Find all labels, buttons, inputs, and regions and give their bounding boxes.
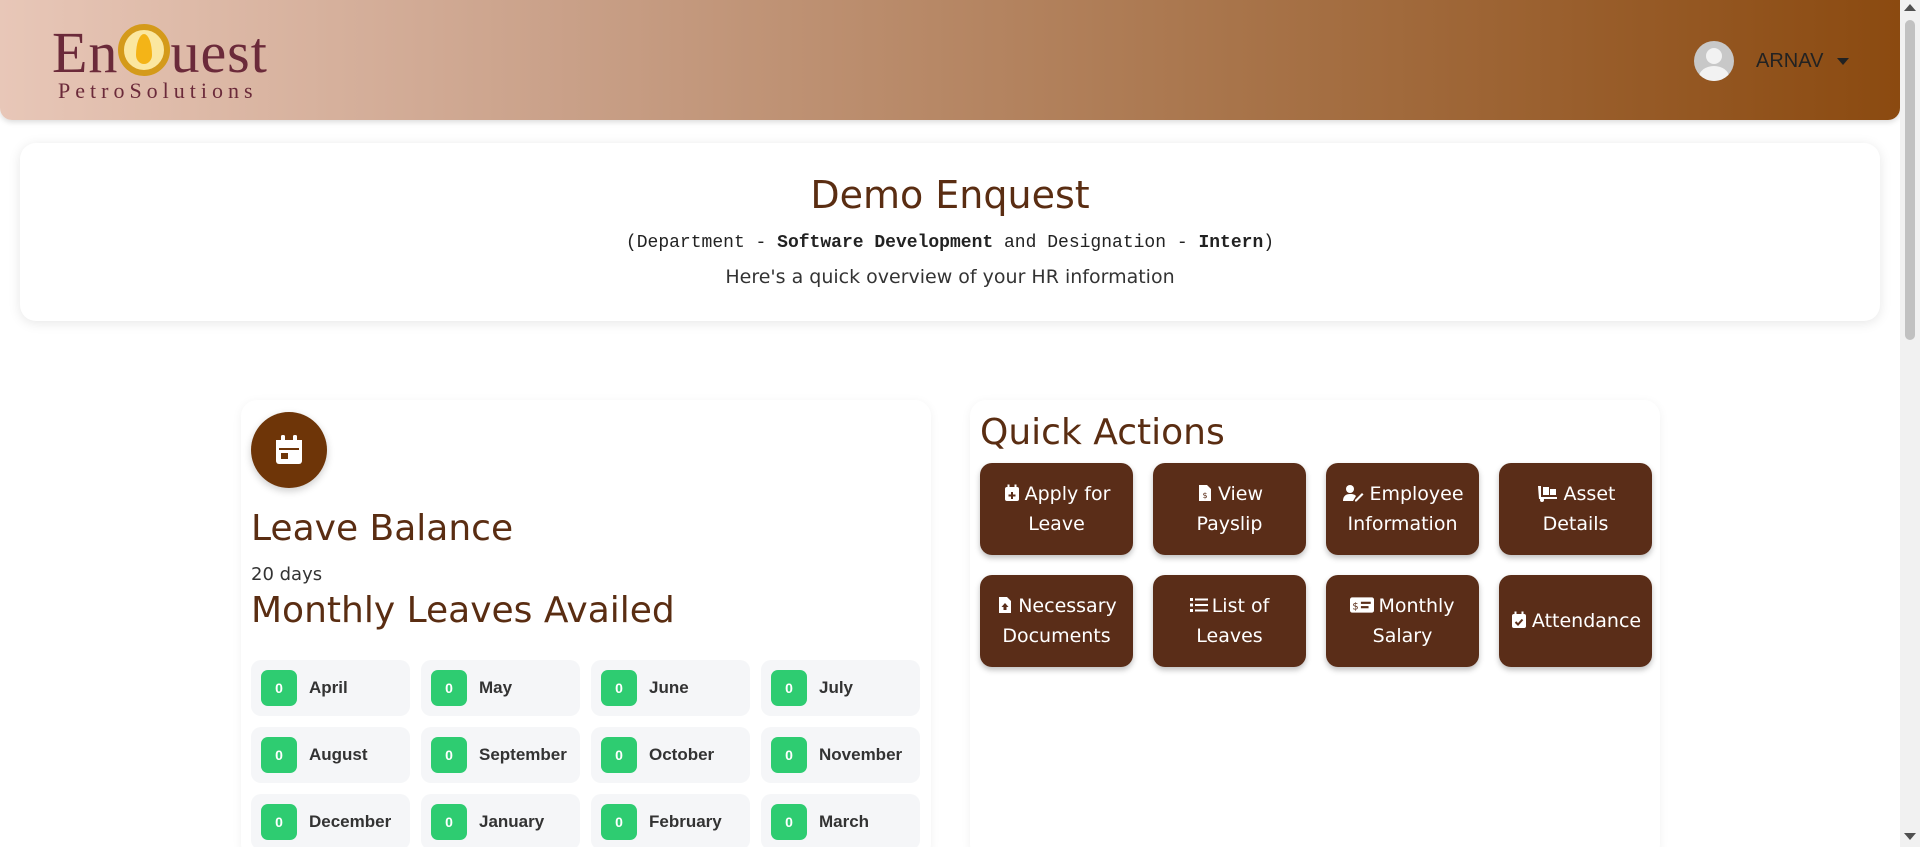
department-designation: (Department - Software Development and D… — [625, 233, 1275, 253]
page-title: Demo Enquest — [810, 173, 1090, 217]
month-leave-count-badge: 0 — [771, 804, 807, 840]
month-name: September — [479, 745, 567, 764]
month-leave-count-badge: 0 — [431, 737, 467, 773]
calendar-icon — [251, 412, 327, 488]
designation-value: Intern — [1198, 233, 1264, 253]
month-leave-item: 0 June — [591, 660, 750, 716]
quick-action-asset-details-button[interactable]: Asset Details — [1499, 463, 1652, 555]
user-name[interactable]: ARNAV — [1756, 50, 1823, 73]
avatar-icon[interactable] — [1694, 41, 1734, 81]
month-leave-count-badge: 0 — [261, 804, 297, 840]
month-name: October — [649, 745, 715, 764]
enquest-logo[interactable]: En uest PetroSolutions — [52, 18, 292, 106]
file-invoice-dollar-icon: $ — [1196, 483, 1218, 505]
month-leave-count-badge: 0 — [431, 804, 467, 840]
quick-action-necessary-documents-button[interactable]: Necessary Documents — [980, 575, 1133, 667]
user-menu[interactable]: ARNAV — [1694, 40, 1850, 82]
svg-text:$: $ — [1353, 601, 1359, 612]
quick-actions-card: Quick Actions Apply for Leave $ View Paysl… — [970, 400, 1660, 847]
quick-actions-title: Quick Actions — [980, 412, 1225, 453]
scroll-up-arrow-icon[interactable] — [1904, 4, 1916, 11]
calendar-plus-icon — [1003, 483, 1025, 505]
month-name: May — [479, 678, 513, 697]
dolly-icon — [1536, 483, 1564, 505]
month-leave-count-badge: 0 — [601, 804, 637, 840]
file-upload-icon — [996, 595, 1018, 617]
list-icon — [1189, 595, 1212, 617]
top-header: En uest PetroSolutions ARNAV — [0, 0, 1900, 120]
calendar-check-icon — [1510, 610, 1532, 632]
quick-action-apply-for-leave-button[interactable]: Apply for Leave — [980, 463, 1133, 555]
quick-action-attendance-button[interactable]: Attendance — [1499, 575, 1652, 667]
month-leave-item: 0 April — [251, 660, 410, 716]
month-leave-item: 0 December — [251, 794, 410, 847]
quick-action-label: Necessary Documents — [1002, 595, 1117, 647]
month-leave-item: 0 May — [421, 660, 580, 716]
month-leave-count-badge: 0 — [771, 737, 807, 773]
month-leave-item: 0 September — [421, 727, 580, 783]
quick-action-list-of-leaves-button[interactable]: List of Leaves — [1153, 575, 1306, 667]
month-leave-count-badge: 0 — [261, 737, 297, 773]
quick-action-label: Attendance — [1531, 610, 1642, 632]
month-leave-item: 0 March — [761, 794, 920, 847]
leave-balance-card: Leave Balance 20 days Monthly Leaves Ava… — [241, 400, 931, 847]
leave-balance-value: 20 days — [251, 564, 323, 585]
month-leave-count-badge: 0 — [601, 737, 637, 773]
leave-balance-title: Leave Balance — [251, 508, 514, 549]
monthly-leaves-title: Monthly Leaves Availed — [251, 590, 675, 631]
month-name: November — [819, 745, 903, 764]
month-name: August — [309, 745, 368, 764]
logo-wordmark: En uest — [52, 20, 268, 85]
month-name: July — [819, 678, 854, 697]
month-name: January — [479, 812, 545, 831]
month-leave-count-badge: 0 — [431, 670, 467, 706]
scroll-down-arrow-icon[interactable] — [1904, 833, 1916, 840]
month-leave-item: 0 January — [421, 794, 580, 847]
month-leave-count-badge: 0 — [261, 670, 297, 706]
department-value: Software Development — [777, 233, 994, 253]
month-leave-item: 0 November — [761, 727, 920, 783]
month-leave-item: 0 October — [591, 727, 750, 783]
chevron-down-icon[interactable] — [1837, 57, 1850, 65]
month-leave-count-badge: 0 — [601, 670, 637, 706]
month-name: April — [309, 678, 348, 697]
welcome-banner: Demo Enquest (Department - Software Deve… — [20, 143, 1880, 321]
month-name: March — [819, 812, 870, 831]
logo-tagline: PetroSolutions — [58, 78, 258, 103]
scroll-thumb[interactable] — [1905, 20, 1915, 340]
logo-q-flame-icon — [118, 24, 171, 76]
banner-subtitle: Here's a quick overview of your HR infor… — [725, 266, 1175, 288]
month-leave-item: 0 July — [761, 660, 920, 716]
money-check-icon: $ — [1350, 595, 1378, 617]
quick-action-label: Apply for Leave — [1024, 483, 1111, 535]
month-name: June — [649, 678, 689, 697]
vertical-scrollbar[interactable] — [1900, 0, 1920, 847]
quick-action-monthly-salary-button[interactable]: $ Monthly Salary — [1326, 575, 1479, 667]
quick-action-view-payslip-button[interactable]: $ View Payslip — [1153, 463, 1306, 555]
month-leave-item: 0 February — [591, 794, 750, 847]
month-name: February — [649, 812, 722, 831]
quick-action-label: Monthly Salary — [1372, 595, 1455, 647]
month-leave-item: 0 August — [251, 727, 410, 783]
month-name: December — [309, 812, 392, 831]
svg-text:$: $ — [1202, 491, 1207, 500]
user-edit-icon — [1341, 483, 1369, 505]
quick-action-employee-information-button[interactable]: Employee Information — [1326, 463, 1479, 555]
month-leave-count-badge: 0 — [771, 670, 807, 706]
